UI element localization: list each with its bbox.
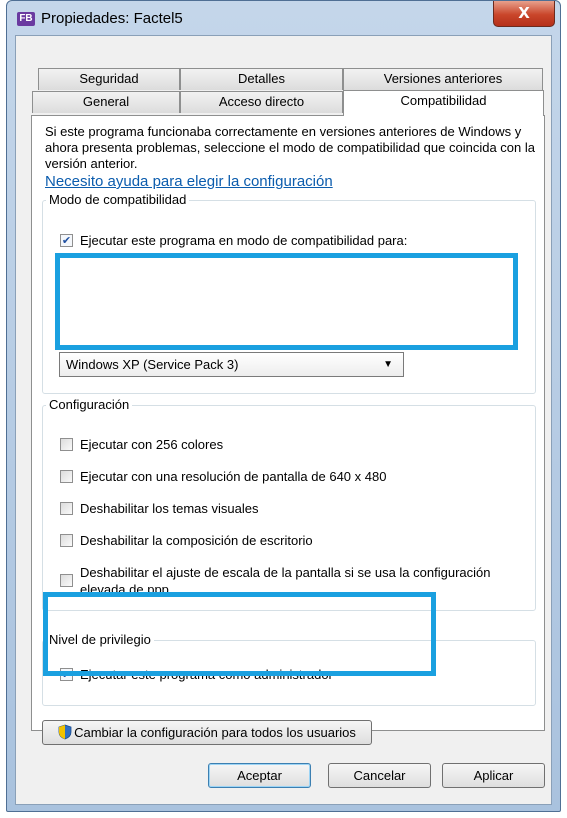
tab-versiones-anteriores[interactable]: Versiones anteriores (343, 68, 543, 90)
settings-option-256-colors[interactable]: Ejecutar con 256 colores (60, 436, 223, 453)
compat-mode-checkbox-row[interactable]: ✔ Ejecutar este programa en modo de comp… (60, 232, 407, 249)
apply-button[interactable]: Aplicar (442, 763, 545, 788)
checkbox-visual-themes[interactable] (60, 502, 73, 515)
tab-general[interactable]: General (32, 91, 180, 113)
chevron-down-icon: ▼ (383, 359, 393, 370)
compat-mode-checkbox[interactable]: ✔ (60, 234, 73, 247)
settings-option-640x480[interactable]: Ejecutar con una resolución de pantalla … (60, 468, 386, 485)
tab-acceso-directo[interactable]: Acceso directo (180, 91, 343, 113)
privilege-label: Nivel de privilegio (46, 632, 154, 647)
checkbox-256-colors-label: Ejecutar con 256 colores (80, 437, 224, 452)
properties-window: FB Propiedades: Factel5 X Seguridad Deta… (6, 0, 561, 812)
settings-option-desktop-composition[interactable]: Deshabilitar la composición de escritori… (60, 532, 313, 549)
change-all-users-label: Cambiar la configuración para todos los … (74, 725, 356, 740)
tab-compatibilidad[interactable]: Compatibilidad (343, 90, 544, 116)
close-icon: X (518, 4, 530, 22)
compat-mode-label: Modo de compatibilidad (46, 192, 190, 207)
checkbox-dpi-scaling[interactable] (60, 574, 73, 587)
help-link[interactable]: Necesito ayuda para elegir la configurac… (45, 173, 333, 190)
cancel-button[interactable]: Cancelar (328, 763, 431, 788)
privilege-checkbox-row[interactable]: ✔ Ejecutar este programa como administra… (60, 666, 333, 683)
tab-seguridad[interactable]: Seguridad (38, 68, 180, 90)
os-version-select[interactable]: Windows XP (Service Pack 3) ▼ (59, 352, 404, 377)
app-icon: FB (17, 12, 35, 26)
checkbox-desktop-composition[interactable] (60, 534, 73, 547)
checkbox-dpi-scaling-label: Deshabilitar el ajuste de escala de la p… (80, 565, 491, 597)
settings-option-dpi-scaling[interactable]: Deshabilitar el ajuste de escala de la p… (60, 564, 500, 598)
compat-mode-checkbox-label: Ejecutar este programa en modo de compat… (80, 233, 408, 248)
ok-button[interactable]: Aceptar (208, 763, 311, 788)
title-bar[interactable]: FB Propiedades: Factel5 X (7, 1, 560, 35)
run-as-admin-checkbox[interactable]: ✔ (60, 668, 73, 681)
os-version-value: Windows XP (Service Pack 3) (66, 357, 239, 372)
run-as-admin-label: Ejecutar este programa como administrado… (80, 667, 333, 682)
dialog-client-area: Seguridad Detalles Versiones anteriores … (15, 35, 552, 805)
tab-detalles[interactable]: Detalles (180, 68, 343, 90)
close-button[interactable]: X (493, 1, 555, 27)
settings-option-visual-themes[interactable]: Deshabilitar los temas visuales (60, 500, 258, 517)
intro-text: Si este programa funcionaba correctament… (45, 124, 535, 171)
window-title: Propiedades: Factel5 (41, 10, 183, 27)
checkbox-640x480[interactable] (60, 470, 73, 483)
checkbox-desktop-composition-label: Deshabilitar la composición de escritori… (80, 533, 313, 548)
checkbox-visual-themes-label: Deshabilitar los temas visuales (80, 501, 259, 516)
checkbox-256-colors[interactable] (60, 438, 73, 451)
change-all-users-button[interactable]: Cambiar la configuración para todos los … (42, 720, 372, 745)
checkbox-640x480-label: Ejecutar con una resolución de pantalla … (80, 469, 387, 484)
shield-icon (58, 724, 72, 740)
compatibility-panel: Si este programa funcionaba correctament… (31, 115, 545, 745)
settings-label: Configuración (46, 397, 133, 412)
